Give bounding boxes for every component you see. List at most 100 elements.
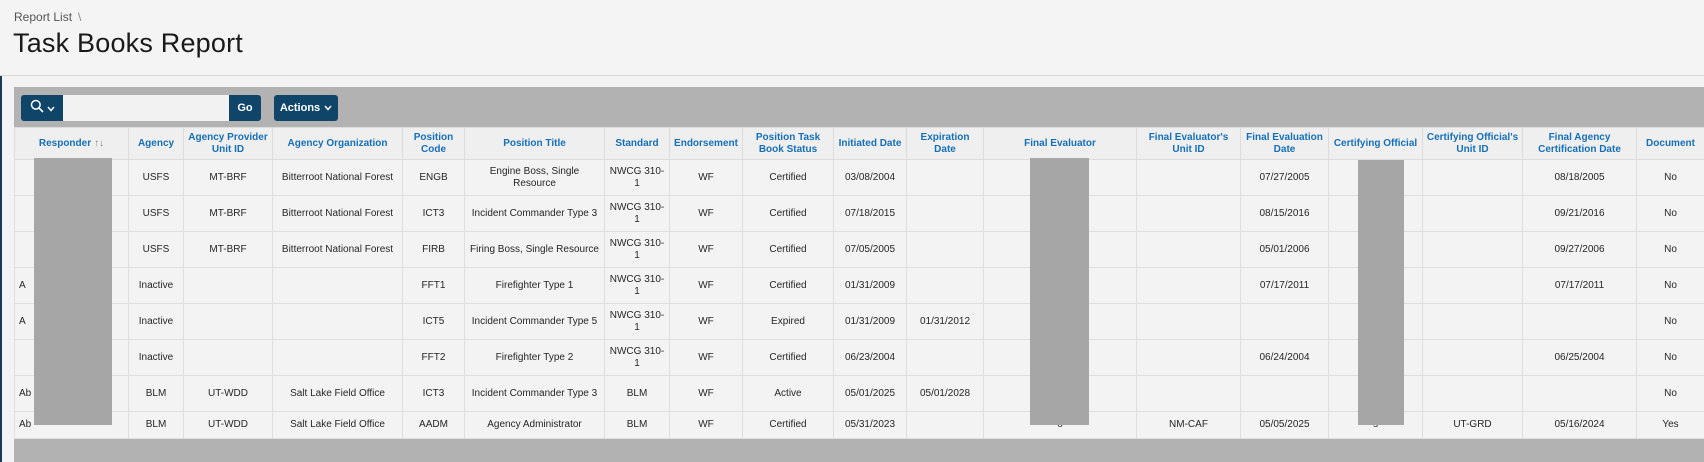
column-header-agency[interactable]: Agency [128,127,184,160]
search-input[interactable] [63,95,229,121]
table-cell [1136,267,1241,304]
table-cell: Salt Lake Field Office [272,411,403,439]
column-header-label: Final Agency Certification Date [1538,131,1621,155]
table-cell: Firefighter Type 2 [464,339,605,376]
table-cell: 05/01/2025 [833,375,907,412]
table-cell: Bitterroot National Forest [272,231,403,268]
column-header-certifying-official[interactable]: Certifying Official [1328,127,1423,160]
column-header-expiration-date[interactable]: Expiration Date [906,127,984,160]
column-header-agency-organization[interactable]: Agency Organization [272,127,403,160]
table-cell: Inactive [128,339,184,376]
column-header-label: Initiated Date [838,137,902,149]
table-cell: WF [669,375,743,412]
column-header-document[interactable]: Document [1636,127,1704,160]
sort-icon[interactable]: ↑↓ [94,138,104,150]
column-header-endorsement[interactable]: Endorsement [669,127,743,160]
table-cell [906,195,984,232]
search-group: Go [21,95,261,121]
column-header-label: Certifying Official [1333,137,1418,149]
table-cell: 09/27/2006 [1522,231,1637,268]
table-cell: ICT3 [402,375,465,412]
table-cell: Bitterroot National Forest [272,195,403,232]
table-cell [1422,339,1523,376]
column-header-final-evaluator[interactable]: Final Evaluator [983,127,1137,160]
column-header-label: Standard [615,137,659,149]
column-header-label: Position Task Book Status [755,131,821,155]
chevron-down-icon [46,99,55,117]
table-cell: Certified [742,411,834,439]
table-row[interactable]: A Inactive FFT1 Firefighter Type 1 NWCG 310-… [14,267,1704,304]
breadcrumb-separator: \ [78,10,82,24]
table-row[interactable]: USFS MT-BRF Bitterroot National Forest ICT3… [14,195,1704,232]
table-cell: UT-GRD [1422,411,1523,439]
column-header-initiated-date[interactable]: Initiated Date [833,127,907,160]
breadcrumb-item-report-list[interactable]: Report List [14,10,72,24]
table-row[interactable]: USFS MT-BRF Bitterroot National Forest ENGB… [14,159,1704,196]
column-header-position-task-book-status[interactable]: Position Task Book Status [742,127,834,160]
table-cell [183,303,273,340]
column-header-label: Document [1646,137,1695,149]
page-header: Report List \ Task Books Report [0,0,1704,76]
table-cell [906,411,984,439]
table-cell: MT-BRF [183,159,273,196]
column-header-label: Certifying Official's Unit ID [1426,131,1519,155]
table-cell: UT-WDD [183,375,273,412]
table-row[interactable]: A Inactive ICT5 Incident Commander Type 5 NW… [14,303,1704,340]
table-cell: WF [669,231,743,268]
table-cell: Certified [742,195,834,232]
search-column-menu-button[interactable] [21,95,63,121]
table-cell: FIRB [402,231,465,268]
table-row[interactable]: Ab BLM UT-WDD Salt Lake Field Office AADM Age… [14,411,1704,439]
table-cell: 05/01/2006 [1240,231,1329,268]
search-icon [30,99,44,118]
table-cell: 01/31/2009 [833,303,907,340]
table-cell: WF [669,195,743,232]
table-cell [1422,267,1523,304]
redaction-final-evaluator [1030,158,1089,425]
report-region: Go Actions Responder ↑↓ Agency Agency Provi… [14,87,1704,462]
table-cell: 05/16/2024 [1522,411,1637,439]
table-cell: AADM [402,411,465,439]
table-cell: Incident Commander Type 3 [464,375,605,412]
column-header-responder[interactable]: Responder ↑↓ [14,127,129,160]
table-cell: Agency Administrator [464,411,605,439]
go-button[interactable]: Go [229,95,261,121]
table-cell [1136,231,1241,268]
table-cell: 07/17/2011 [1240,267,1329,304]
table-cell: BLM [604,375,670,412]
breadcrumb: Report List \ [14,10,81,24]
column-header-label: Expiration Date [920,131,970,155]
table-cell [1422,375,1523,412]
table-cell [272,303,403,340]
column-header-position-code[interactable]: Position Code [402,127,465,160]
table-cell [272,267,403,304]
table-cell: Expired [742,303,834,340]
column-header-final-evaluator-s-unit-id[interactable]: Final Evaluator's Unit ID [1136,127,1241,160]
table-cell: 07/05/2005 [833,231,907,268]
table-cell: USFS [128,195,184,232]
table-cell: 05/31/2023 [833,411,907,439]
table-row[interactable]: Inactive FFT2 Firefighter Type 2 NWCG 310-1… [14,339,1704,376]
table-cell [1522,303,1637,340]
column-header-label: Agency [137,137,175,149]
table-cell: Incident Commander Type 5 [464,303,605,340]
table-cell: FFT1 [402,267,465,304]
table-cell: No [1636,231,1704,268]
actions-menu-button[interactable]: Actions [274,95,338,121]
table-cell: BLM [604,411,670,439]
table-cell: ENGB [402,159,465,196]
column-header-standard[interactable]: Standard [604,127,670,160]
column-header-position-title[interactable]: Position Title [464,127,605,160]
chevron-down-icon [324,102,332,114]
column-header-final-agency-certification-date[interactable]: Final Agency Certification Date [1522,127,1637,160]
table-cell: Certified [742,231,834,268]
column-header-final-evaluation-date[interactable]: Final Evaluation Date [1240,127,1329,160]
table-row[interactable]: Ab BLM UT-WDD Salt Lake Field Office ICT3 Inc… [14,375,1704,412]
table-cell: BLM [128,411,184,439]
table-cell: 07/17/2011 [1522,267,1637,304]
column-header-agency-provider-unit-id[interactable]: Agency Provider Unit ID [183,127,273,160]
table-cell [906,339,984,376]
table-cell [1422,159,1523,196]
column-header-certifying-official-s-unit-id[interactable]: Certifying Official's Unit ID [1422,127,1523,160]
table-row[interactable]: USFS MT-BRF Bitterroot National Forest FIRB… [14,231,1704,268]
